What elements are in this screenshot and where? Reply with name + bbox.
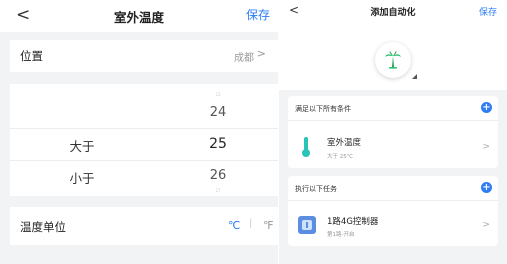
save-button[interactable]: 保存 bbox=[246, 6, 270, 23]
thermometer-icon bbox=[302, 137, 310, 157]
unit-separator: | bbox=[249, 218, 253, 229]
celsius-option[interactable]: ℃ bbox=[228, 219, 240, 232]
picker-value-faint: 23 bbox=[215, 92, 221, 97]
chevron-right-icon[interactable]: > bbox=[482, 142, 490, 152]
location-value: 成都 bbox=[234, 53, 254, 64]
picker-divider bbox=[10, 160, 278, 161]
unit-label: 温度单位 bbox=[20, 220, 66, 234]
chevron-right-icon[interactable]: > bbox=[482, 220, 490, 230]
condition-subtitle: 大于 25℃ bbox=[327, 154, 353, 160]
add-automation-panel: < 添加自动化 保存 满足以下所有条件 + 室外温度 大于 25℃ > 执行以下… bbox=[279, 0, 507, 264]
conditions-card: 满足以下所有条件 + 室外温度 大于 25℃ > bbox=[288, 96, 498, 168]
chevron-right-icon: > bbox=[256, 47, 266, 60]
location-label: 位置 bbox=[20, 49, 43, 63]
temperature-unit-row: 温度单位 ℃ | ℉ bbox=[10, 207, 278, 245]
picker-divider bbox=[10, 128, 278, 129]
picker-value-faint: 27 bbox=[215, 188, 221, 193]
controller-icon bbox=[298, 216, 316, 234]
scene-header bbox=[279, 22, 507, 90]
scene-icon-button[interactable] bbox=[375, 42, 411, 78]
location-row[interactable]: 位置 成都 > bbox=[10, 40, 278, 72]
condition-title[interactable]: 室外温度 bbox=[327, 136, 361, 148]
tasks-header: 执行以下任务 bbox=[295, 185, 337, 193]
page-title: 添加自动化 bbox=[370, 8, 416, 18]
comparator-greater[interactable]: 大于 bbox=[62, 136, 102, 155]
picker-value[interactable]: 26 bbox=[190, 168, 246, 183]
add-task-button[interactable]: + bbox=[481, 182, 492, 193]
task-subtitle: 第1路-开启 bbox=[327, 232, 355, 238]
edit-corner-icon bbox=[412, 74, 417, 79]
temperature-condition-panel: < 室外温度 保存 位置 成都 > 23 24 大于 25 小于 26 27 温… bbox=[0, 0, 278, 264]
picker-value[interactable]: 24 bbox=[190, 105, 246, 120]
conditions-header: 满足以下所有条件 bbox=[295, 105, 351, 113]
card-divider bbox=[288, 120, 498, 121]
add-condition-button[interactable]: + bbox=[481, 102, 492, 113]
task-title[interactable]: 1路4G控制器 bbox=[327, 215, 378, 227]
comparator-less[interactable]: 小于 bbox=[62, 168, 102, 187]
palm-tree-icon bbox=[385, 51, 401, 69]
nav-bar: < 室外温度 保存 bbox=[0, 0, 278, 32]
card-divider bbox=[288, 200, 498, 201]
page-title: 室外温度 bbox=[113, 10, 164, 25]
tasks-card: 执行以下任务 + 1路4G控制器 第1路-开启 > bbox=[288, 176, 498, 246]
save-button[interactable]: 保存 bbox=[479, 5, 497, 18]
fahrenheit-option[interactable]: ℉ bbox=[263, 219, 273, 232]
picker-value-selected[interactable]: 25 bbox=[190, 136, 246, 152]
nav-bar: < 添加自动化 保存 bbox=[279, 0, 507, 22]
temperature-picker[interactable]: 23 24 大于 25 小于 26 27 bbox=[10, 84, 278, 196]
